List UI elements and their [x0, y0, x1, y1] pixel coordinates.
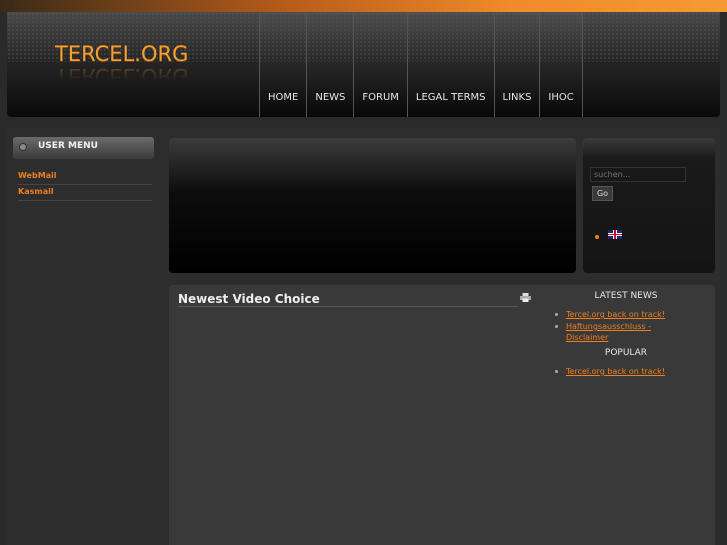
- nav-item-news[interactable]: NEWS: [306, 12, 354, 117]
- site-header: TERCEL.ORG TERCEL.ORG HOME NEWS FORUM LE…: [7, 12, 720, 117]
- latest-news-title: LATEST NEWS: [594, 291, 658, 301]
- uk-flag-icon[interactable]: [608, 230, 622, 239]
- list-item: Tercel.org back on track!: [555, 309, 695, 320]
- list-item: Tercel.org back on track!: [555, 366, 695, 377]
- search-go-button[interactable]: Go: [592, 186, 613, 201]
- content-divider: [178, 306, 518, 307]
- menu-link-kasmail[interactable]: Kasmail: [18, 187, 152, 201]
- news-link[interactable]: Tercel.org back on track!: [566, 310, 665, 319]
- nav-item-links[interactable]: LINKS: [493, 12, 540, 117]
- latest-news-list: Tercel.org back on track! Haftungsaussch…: [555, 309, 695, 344]
- main-nav: HOME NEWS FORUM LEGAL TERMS LINKS IHOC: [259, 12, 583, 117]
- print-icon[interactable]: [520, 293, 531, 302]
- nav-item-forum[interactable]: FORUM: [353, 12, 407, 117]
- top-accent-bar: [0, 0, 727, 12]
- site-logo-reflection: TERCEL.ORG: [55, 64, 189, 88]
- menu-link-webmail[interactable]: WebMail: [18, 171, 152, 185]
- news-link[interactable]: Haftungsausschluss - Disclaimer: [566, 322, 651, 342]
- nav-item-legal-terms[interactable]: LEGAL TERMS: [406, 12, 494, 117]
- list-item: Haftungsausschluss - Disclaimer: [555, 321, 695, 343]
- nav-item-ihoc[interactable]: IHOC: [539, 12, 583, 117]
- banner-panel: [169, 138, 576, 273]
- language-bullet: [595, 235, 599, 239]
- menu-bullet-icon: [19, 143, 27, 151]
- user-menu-title: USER MENU: [13, 137, 154, 159]
- popular-title: POPULAR: [604, 348, 648, 358]
- popular-link[interactable]: Tercel.org back on track!: [566, 367, 665, 376]
- search-panel: [583, 138, 715, 273]
- popular-list: Tercel.org back on track!: [555, 366, 695, 378]
- content-title: Newest Video Choice: [178, 292, 320, 306]
- search-input[interactable]: [590, 167, 686, 182]
- site-logo[interactable]: TERCEL.ORG: [55, 42, 188, 66]
- nav-item-home[interactable]: HOME: [259, 12, 307, 117]
